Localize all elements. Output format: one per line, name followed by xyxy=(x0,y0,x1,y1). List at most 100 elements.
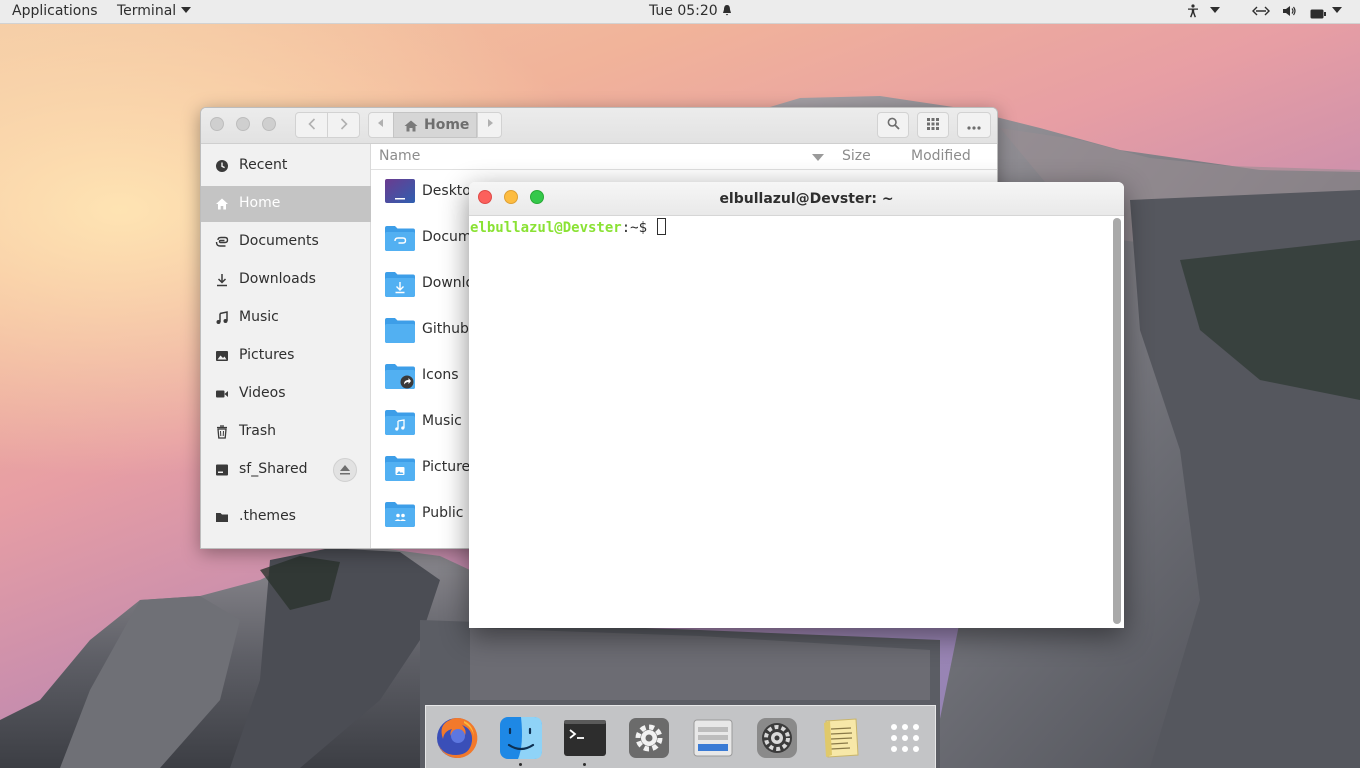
picture-icon xyxy=(216,351,228,361)
app-menu-label: Terminal xyxy=(117,3,177,19)
sort-descending-icon[interactable] xyxy=(812,154,824,161)
accessibility-icon[interactable] xyxy=(1187,4,1199,22)
terminal-icon[interactable] xyxy=(562,715,608,761)
settings-icon[interactable] xyxy=(626,715,672,761)
sidebar-item-trash[interactable]: Trash xyxy=(201,414,371,450)
folder-icon xyxy=(216,513,228,522)
desktop-folder-icon xyxy=(385,179,415,203)
public-folder-icon xyxy=(385,502,415,527)
chevron-down-icon[interactable] xyxy=(1210,3,1220,19)
folder-icon xyxy=(385,318,415,343)
chevron-left-icon xyxy=(307,118,315,130)
text-cursor xyxy=(657,218,667,235)
eject-button[interactable] xyxy=(333,458,357,482)
sidebar-item-videos[interactable]: Videos xyxy=(201,376,371,412)
sidebar-item-label: Trash xyxy=(239,423,276,439)
minimize-button[interactable] xyxy=(236,117,250,131)
home-icon xyxy=(216,198,228,210)
downloads-folder-icon xyxy=(385,272,415,297)
clock-label: Tue 05:20 xyxy=(649,3,718,19)
prompt-path: :~$ xyxy=(621,220,656,236)
drive-icon xyxy=(216,464,228,476)
chevron-down-icon[interactable] xyxy=(1332,3,1342,19)
caret-left-icon xyxy=(378,119,383,127)
sidebar-item-pictures[interactable]: Pictures xyxy=(201,338,371,374)
places-sidebar: Recent Home Documents Downloads Music Pi… xyxy=(201,144,371,548)
chevron-right-icon xyxy=(340,118,348,130)
file-name: Public xyxy=(422,505,464,521)
more-options-button[interactable] xyxy=(957,112,991,138)
documents-folder-icon xyxy=(385,226,415,251)
breadcrumb-right-arrow[interactable] xyxy=(477,112,502,138)
clock[interactable]: Tue 05:20 xyxy=(649,3,732,19)
sidebar-item-label: sf_Shared xyxy=(239,461,308,477)
back-button[interactable] xyxy=(295,112,328,138)
files-headerbar: Home xyxy=(201,108,997,144)
view-grid-button[interactable] xyxy=(917,112,949,138)
alarm-bell-icon xyxy=(723,5,732,16)
sidebar-item-downloads[interactable]: Downloads xyxy=(201,262,371,298)
battery-icon[interactable] xyxy=(1310,7,1326,23)
sidebar-item-recent[interactable]: Recent xyxy=(201,148,371,184)
volume-icon[interactable] xyxy=(1282,5,1296,21)
breadcrumb-home-label: Home xyxy=(424,117,470,133)
file-name: Docum xyxy=(422,229,472,245)
symlink-folder-icon xyxy=(385,364,415,389)
dock xyxy=(425,705,936,768)
sidebar-item-label: Documents xyxy=(239,233,319,249)
sidebar-item-label: Recent xyxy=(239,157,288,173)
sidebar-item-label: .themes xyxy=(239,508,296,524)
app-grid-icon[interactable] xyxy=(882,715,928,761)
file-name: Icons xyxy=(422,367,459,383)
search-icon xyxy=(887,117,900,130)
running-indicator xyxy=(519,763,522,766)
column-modified[interactable]: Modified xyxy=(911,148,971,164)
file-name: Music xyxy=(422,413,462,429)
app-menu[interactable]: Terminal xyxy=(117,3,192,19)
file-list-header: Name Size Modified xyxy=(371,144,997,170)
top-panel: Applications Terminal Tue 05:20 xyxy=(0,0,1360,24)
prompt-user: elbullazul@Devster xyxy=(470,220,622,236)
sidebar-item-sf-shared[interactable]: sf_Shared xyxy=(201,452,371,488)
system-preferences-icon[interactable] xyxy=(754,715,800,761)
breadcrumb-left-arrow[interactable] xyxy=(368,112,394,138)
sidebar-item-label: Downloads xyxy=(239,271,316,287)
column-name[interactable]: Name xyxy=(379,148,420,164)
file-name: Downlo xyxy=(422,275,475,291)
music-icon xyxy=(216,311,228,324)
close-button[interactable] xyxy=(210,117,224,131)
sidebar-item-label: Videos xyxy=(239,385,286,401)
caret-right-icon xyxy=(487,119,493,127)
sidebar-item-documents[interactable]: Documents xyxy=(201,224,371,260)
column-size[interactable]: Size xyxy=(842,148,871,164)
sidebar-item-themes[interactable]: .themes xyxy=(201,499,371,535)
drives-icon[interactable] xyxy=(690,715,736,761)
forward-button[interactable] xyxy=(327,112,360,138)
text-editor-icon[interactable] xyxy=(818,715,864,761)
trash-icon xyxy=(217,425,227,439)
applications-menu[interactable]: Applications xyxy=(12,3,98,19)
sidebar-item-label: Pictures xyxy=(239,347,295,363)
breadcrumb-home[interactable]: Home xyxy=(393,112,477,138)
firefox-icon[interactable] xyxy=(434,715,480,761)
terminal-window: elbullazul@Devster: ~ elbullazul@Devster… xyxy=(469,182,1124,628)
grid-icon xyxy=(927,118,939,130)
file-name: Picture xyxy=(422,459,471,475)
more-dots-icon xyxy=(967,126,981,130)
music-folder-icon xyxy=(385,410,415,435)
sidebar-item-label: Home xyxy=(239,195,281,211)
sidebar-item-label: Music xyxy=(239,309,279,325)
download-icon xyxy=(217,274,227,287)
terminal-output[interactable]: elbullazul@Devster:~$ xyxy=(469,216,1124,628)
sidebar-item-music[interactable]: Music xyxy=(201,300,371,336)
video-icon xyxy=(216,390,228,398)
search-button[interactable] xyxy=(877,112,909,138)
maximize-button[interactable] xyxy=(262,117,276,131)
finder-icon[interactable] xyxy=(498,715,544,761)
network-icon[interactable] xyxy=(1252,5,1270,21)
clock-icon xyxy=(216,160,228,172)
shell-prompt: elbullazul@Devster:~$ xyxy=(470,218,667,236)
scrollbar[interactable] xyxy=(1113,218,1121,624)
sidebar-item-home[interactable]: Home xyxy=(201,186,371,222)
terminal-titlebar[interactable]: elbullazul@Devster: ~ xyxy=(469,182,1124,216)
